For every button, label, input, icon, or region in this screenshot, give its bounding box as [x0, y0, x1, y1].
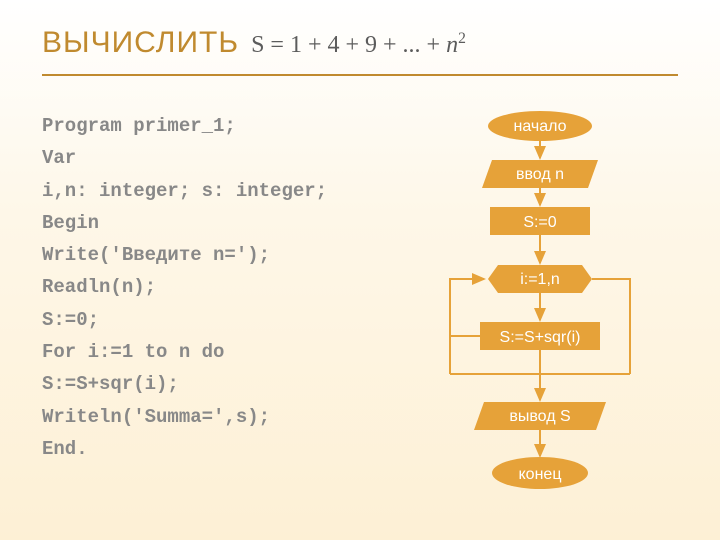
loop-back-arrow [450, 279, 484, 336]
header: ВЫЧИСЛИТЬ S = 1 + 4 + 9 + ... + n2 [42, 26, 466, 60]
flowchart: начало ввод n S:=0 i:=1,n S:=S+sqr(i) вы… [380, 108, 700, 528]
flow-loop-label: i:=1,n [520, 271, 560, 288]
flow-body-label: S:=S+sqr(i) [500, 329, 581, 346]
flow-output-label: вывод S [509, 408, 570, 425]
page-title: ВЫЧИСЛИТЬ [42, 26, 239, 60]
title-divider [42, 74, 678, 76]
flow-init-label: S:=0 [523, 214, 556, 231]
code-listing: Program primer_1; Var i,n: integer; s: i… [42, 110, 327, 465]
formula: S = 1 + 4 + 9 + ... + n2 [251, 30, 466, 59]
flow-start-label: начало [513, 118, 566, 135]
flow-end-label: конец [519, 466, 562, 483]
flow-input-label: ввод n [516, 166, 564, 183]
